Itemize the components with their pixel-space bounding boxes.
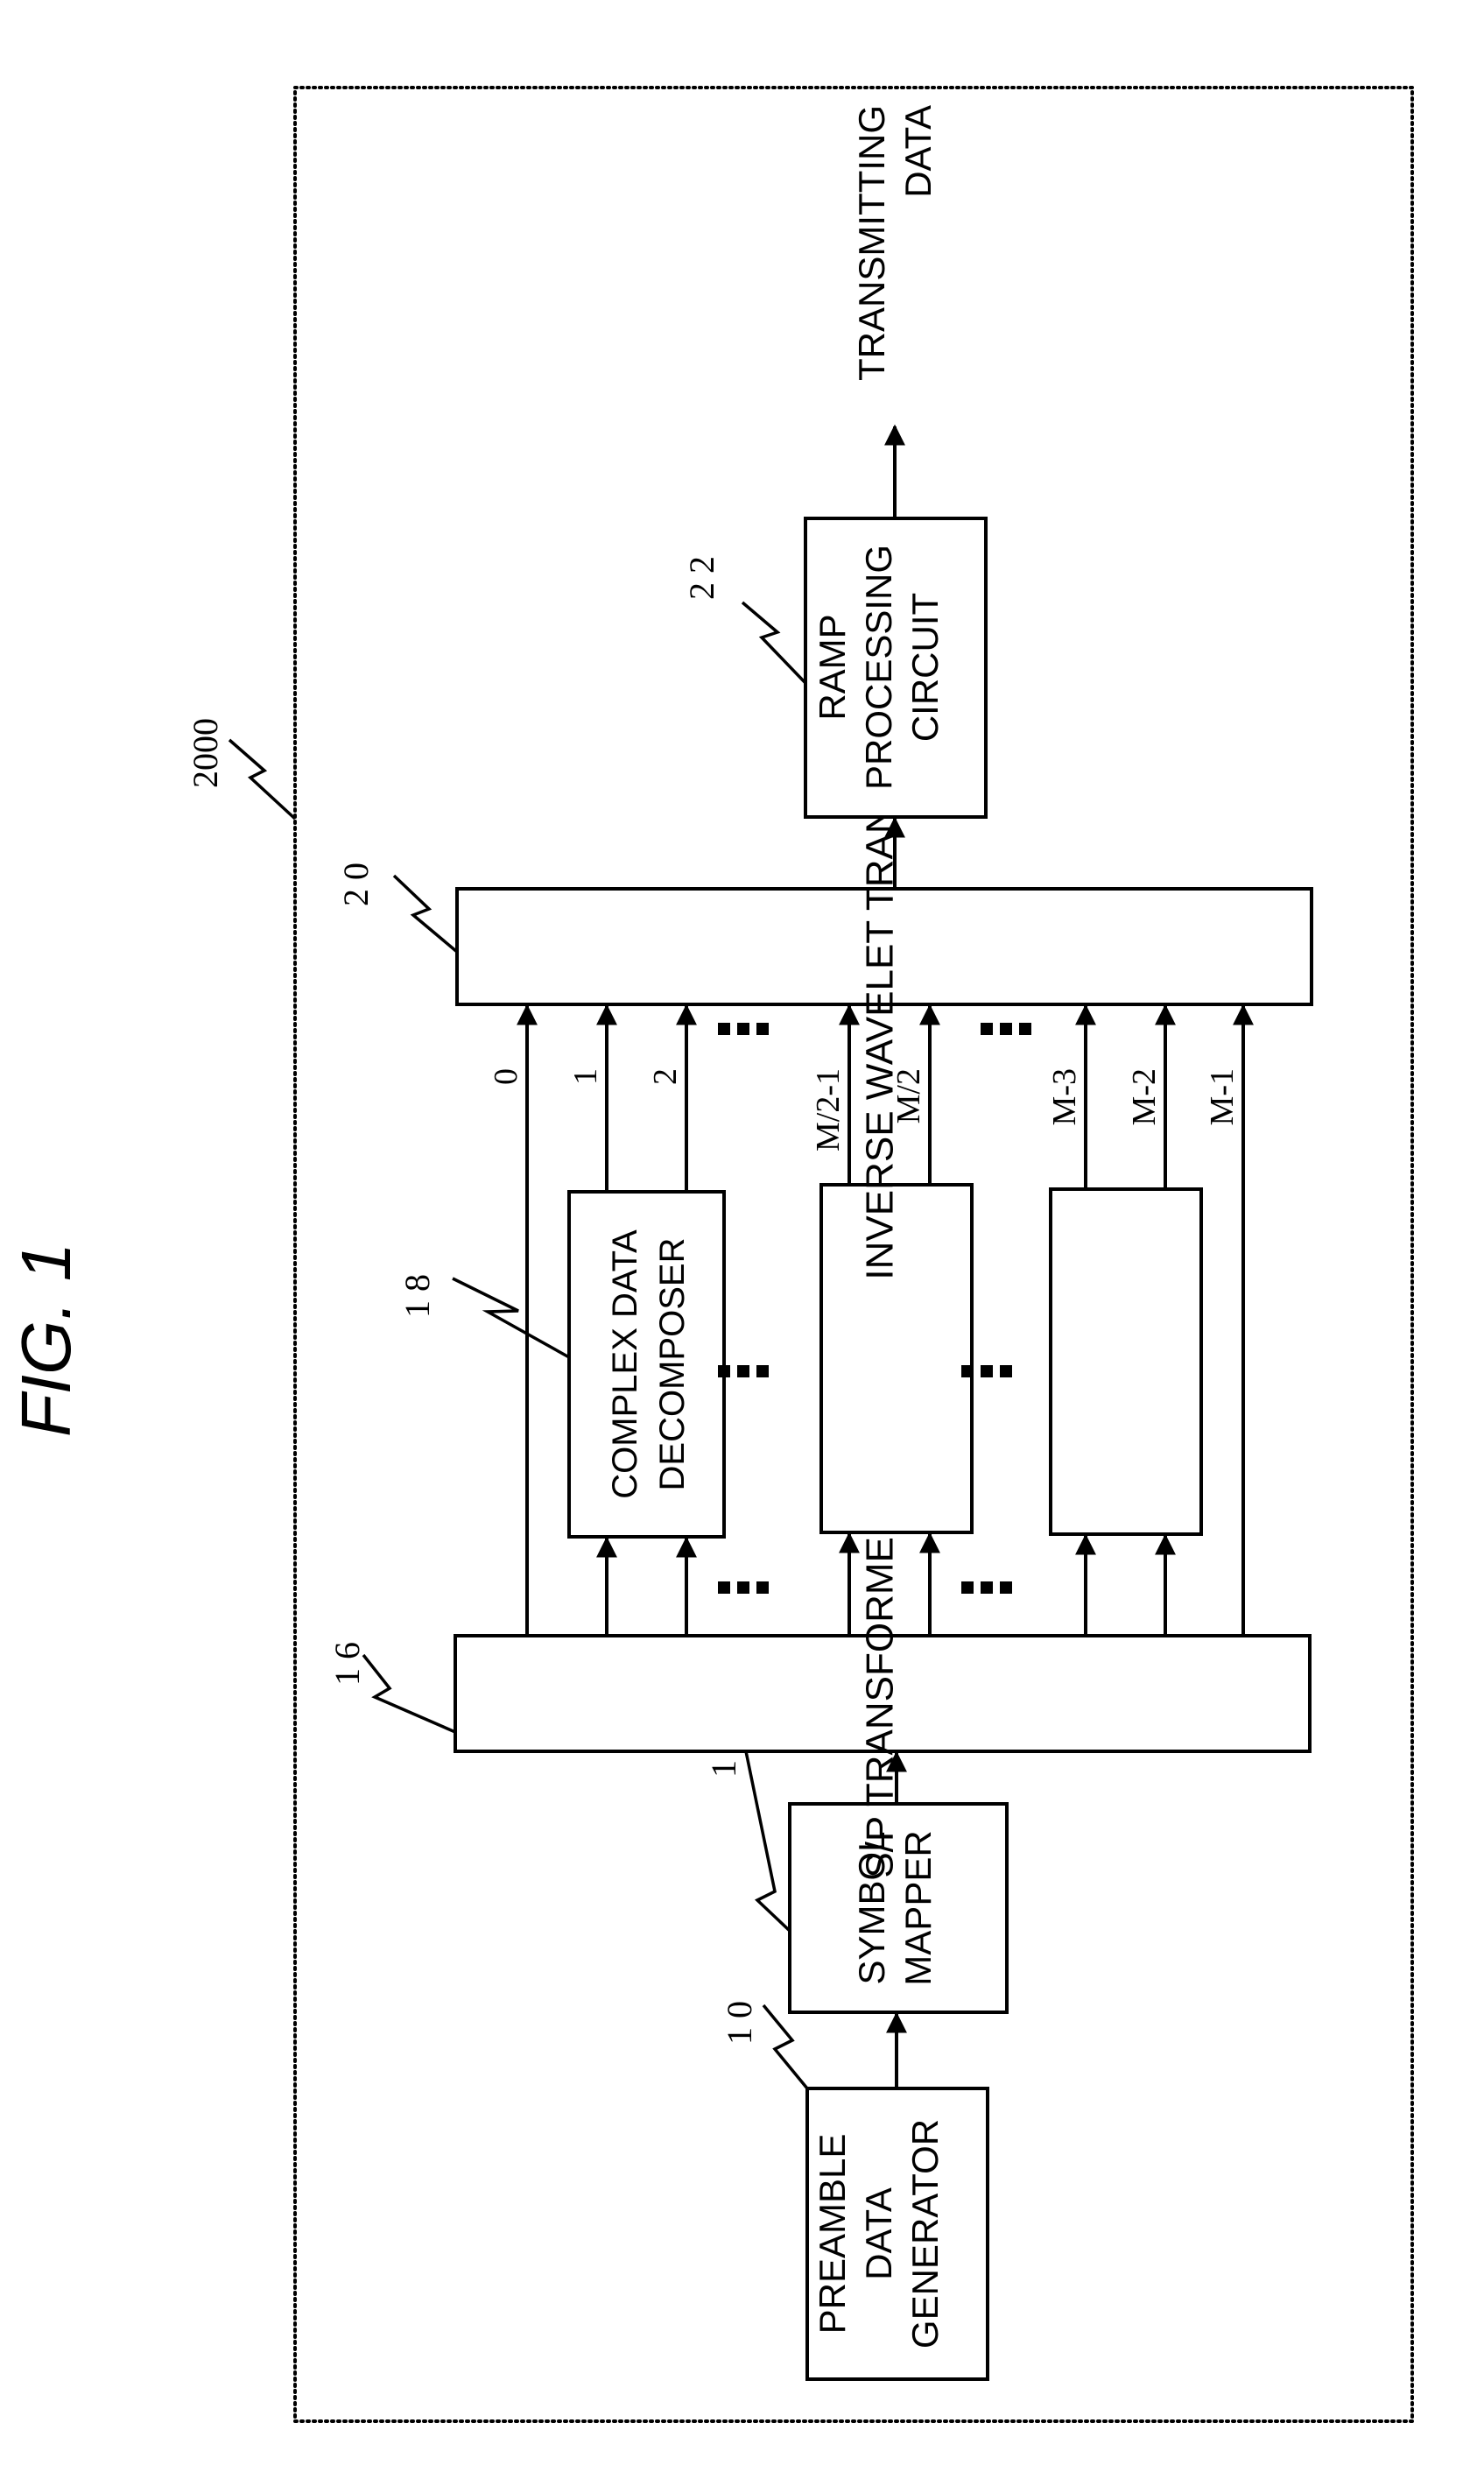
preamble-data-generator-block: PREAMBLE DATA GENERATOR <box>805 2087 989 2381</box>
channel-label-5: M-3 <box>1046 1068 1083 1125</box>
ellipsis-dot <box>718 1365 730 1377</box>
decomposer-line-1: COMPLEX DATA <box>606 1229 644 1499</box>
channel-label-6: M-2 <box>1126 1068 1163 1125</box>
channel-label-7: M-1 <box>1204 1068 1241 1125</box>
ellipsis-dot <box>1000 1023 1012 1035</box>
preamble-line-2: DATA <box>858 2187 899 2280</box>
ellipsis-dot <box>737 1365 749 1377</box>
ellipsis-1 <box>981 1023 1031 1035</box>
output-label-line-2: DATA <box>897 105 939 198</box>
ramp-line-3: CIRCUIT <box>904 593 946 742</box>
channel-label-1: 1 <box>567 1068 604 1085</box>
ellipsis-dot <box>1000 1581 1012 1594</box>
decomposer-ref-label: 1 8 <box>397 1274 437 1318</box>
ellipsis-dot <box>756 1365 769 1377</box>
ellipsis-dot <box>981 1581 993 1594</box>
sp-transformer-label: S/P TRANSFORMER <box>859 1509 902 1877</box>
ellipsis-dot <box>961 1365 974 1377</box>
ellipsis-4 <box>718 1581 769 1594</box>
ramp-line-1: RAMP <box>812 614 853 720</box>
ellipsis-dot <box>961 1581 974 1594</box>
channel-label-4: M/2 <box>890 1068 927 1123</box>
iwt-ref-callout <box>392 874 459 954</box>
ellipsis-2 <box>718 1365 769 1377</box>
ellipsis-0 <box>718 1023 769 1035</box>
preamble-line-1: PREAMBLE <box>812 2134 853 2335</box>
sp-transformer-block: S/P TRANSFORMER <box>454 1509 1312 1878</box>
figure-title: FIG. 1 <box>7 1243 85 1437</box>
ramp-ref-label: 2 2 <box>682 556 721 600</box>
ellipsis-dot <box>718 1581 730 1594</box>
ellipsis-dot <box>1000 1365 1012 1377</box>
decomposer-line-2: DECOMPOSER <box>653 1238 692 1491</box>
decomposer-ref-callout <box>452 1277 570 1359</box>
mapper-line-2: MAPPER <box>897 1830 939 1985</box>
ellipsis-3 <box>961 1365 1012 1377</box>
channel-label-2: 2 <box>647 1068 684 1085</box>
ellipsis-dot <box>981 1023 993 1035</box>
ellipsis-dot <box>718 1023 730 1035</box>
preamble-line-3: GENERATOR <box>904 2119 946 2349</box>
ramp-line-2: PROCESSING <box>858 545 899 790</box>
ellipsis-dot <box>737 1581 749 1594</box>
channel-label-3: M/2-1 <box>810 1068 847 1151</box>
ellipsis-dot <box>1019 1023 1031 1035</box>
ellipsis-dot <box>981 1365 993 1377</box>
channel-label-0: 0 <box>488 1068 524 1085</box>
mapper-ref-callout <box>744 1750 791 1933</box>
complex-data-decomposer-block: COMPLEX DATA DECOMPOSER <box>567 1190 726 1539</box>
sp-ref-callout <box>362 1653 456 1734</box>
preamble-ref-callout <box>762 2004 809 2090</box>
ramp-processing-circuit-block: RAMP PROCESSING CIRCUIT <box>804 517 988 819</box>
ellipsis-dot <box>756 1023 769 1035</box>
output-label-line-1: TRANSMITTING <box>851 105 892 381</box>
block-diagram: FIG. 1 2000 PREAMBLE DATA GENERATOR 1 0 … <box>7 86 1414 2423</box>
system-ref-label: 2000 <box>186 718 225 788</box>
preamble-ref-label: 1 0 <box>720 2001 759 2045</box>
ellipsis-dot <box>737 1023 749 1035</box>
system-ref-callout <box>228 738 297 820</box>
ramp-ref-callout <box>741 601 807 685</box>
ellipsis-5 <box>961 1581 1012 1594</box>
decomposer-block-last <box>1049 1187 1203 1536</box>
ellipsis-dot <box>756 1581 769 1594</box>
sp-ref-label: 1 6 <box>327 1642 367 1686</box>
iwt-ref-label: 2 0 <box>336 863 376 906</box>
